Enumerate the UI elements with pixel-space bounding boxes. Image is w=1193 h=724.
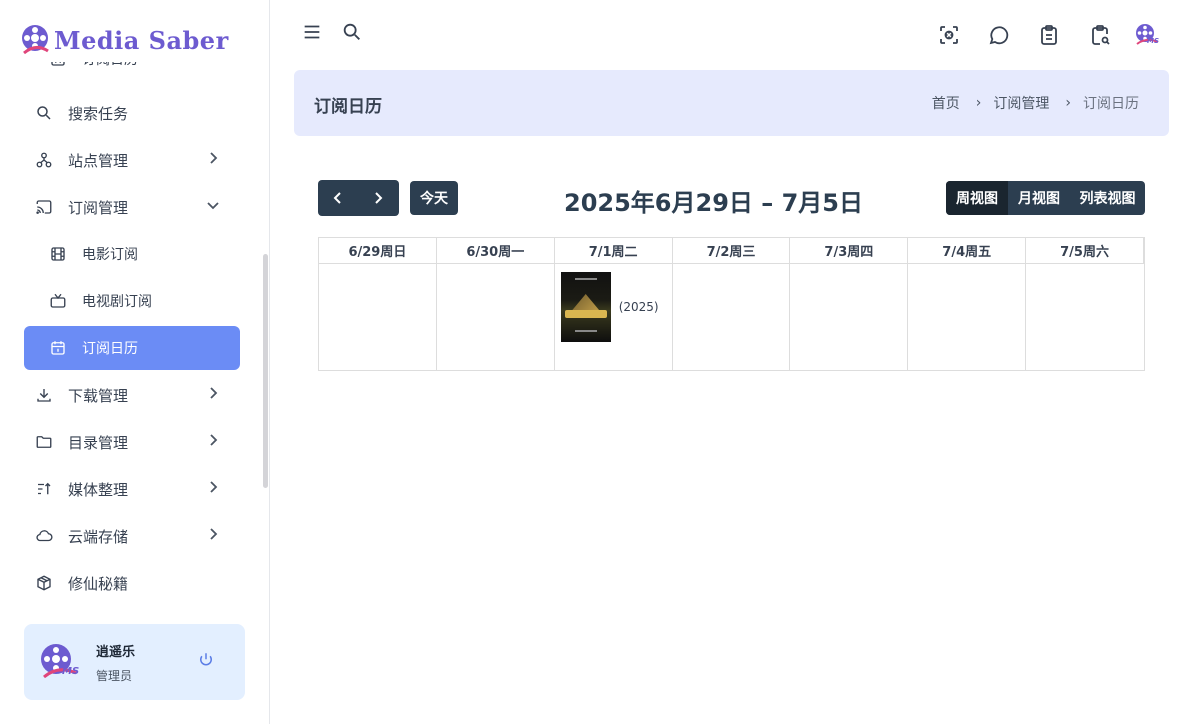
- sort-icon: [34, 479, 54, 499]
- sidebar-item-secrets[interactable]: 修仙秘籍: [24, 561, 240, 605]
- day-header: 7/4周五: [908, 238, 1027, 264]
- sidebar-item-label: 修仙秘籍: [68, 574, 129, 593]
- power-icon[interactable]: [197, 651, 215, 669]
- day-header: 7/5周六: [1026, 238, 1144, 264]
- sidebar-item-label: 订阅日历: [82, 341, 138, 357]
- day-header: 7/1周二: [554, 238, 673, 264]
- sidebar-scrollbar[interactable]: [263, 254, 268, 488]
- chevron-right-icon: [210, 481, 218, 493]
- sidebar-item-label: 目录管理: [68, 433, 129, 452]
- sidebar-item-subscriptions[interactable]: 订阅管理: [24, 185, 240, 229]
- day-header: 7/3周四: [790, 238, 909, 264]
- calendar-view-switcher: 周视图 月视图 列表视图: [946, 181, 1145, 215]
- breadcrumb-home[interactable]: 首页: [932, 93, 960, 113]
- sidebar-item-label: 电影订阅: [82, 247, 138, 263]
- tv-icon: [48, 291, 68, 311]
- sidebar-item-tv-subscriptions[interactable]: 电视剧订阅: [24, 279, 240, 323]
- brand-name: Media Saber: [54, 25, 229, 55]
- sidebar-item-label: 下载管理: [68, 386, 129, 405]
- app-root: Media Saber 订阅日历 搜索任务 站点管理: [0, 0, 1193, 724]
- day-header: 6/29周日: [319, 238, 437, 264]
- day-header: 7/2周三: [672, 238, 791, 264]
- svg-text:MS: MS: [1147, 37, 1159, 45]
- page-title: 订阅日历: [314, 97, 382, 117]
- chevron-right-icon: ›: [1065, 95, 1071, 111]
- event-year: (2025): [618, 300, 659, 314]
- calendar-title: 2025年6月29日 – 7月5日: [564, 189, 864, 217]
- prev-week-button[interactable]: [318, 180, 358, 216]
- today-button[interactable]: 今天: [410, 181, 458, 215]
- sidebar-item-label: 云端存储: [68, 527, 129, 546]
- sitemap-icon: [34, 150, 54, 170]
- sidebar-item-label: 搜索任务: [68, 104, 129, 123]
- chevron-right-icon: [210, 387, 218, 399]
- movie-icon: [48, 244, 68, 264]
- breadcrumb-subscriptions[interactable]: 订阅管理: [993, 93, 1049, 113]
- sidebar-item-media-organize[interactable]: 媒体整理: [24, 467, 240, 511]
- film-reel-logo-icon: [22, 25, 49, 55]
- chevron-right-icon: [210, 528, 218, 540]
- download-icon: [34, 385, 54, 405]
- scan-icon[interactable]: [937, 23, 961, 47]
- breadcrumb: 首页 › 订阅管理 › 订阅日历: [932, 93, 1139, 113]
- svg-text:MS: MS: [62, 666, 79, 677]
- chevron-right-icon: [210, 152, 218, 164]
- sidebar-item-subscription-calendar[interactable]: 订阅日历: [24, 326, 240, 370]
- day-cell[interactable]: [673, 264, 791, 370]
- topbar: MS: [270, 0, 1193, 70]
- sidebar-item-cloud-storage[interactable]: 云端存储: [24, 514, 240, 558]
- day-cell[interactable]: (2025): [555, 264, 673, 370]
- message-icon[interactable]: [987, 23, 1011, 47]
- sidebar-nav: 订阅日历 搜索任务 站点管理 订阅管理: [24, 52, 240, 608]
- sidebar-item-label: 订阅管理: [68, 198, 129, 217]
- sidebar: Media Saber 订阅日历 搜索任务 站点管理: [0, 0, 270, 724]
- chevron-right-icon: [210, 434, 218, 446]
- sidebar-item-search-tasks[interactable]: 搜索任务: [24, 91, 240, 135]
- sidebar-item-label: 站点管理: [68, 151, 129, 170]
- clipboard-list-icon[interactable]: [1037, 23, 1061, 47]
- avatar: MS: [41, 644, 79, 679]
- day-cell[interactable]: [319, 264, 437, 370]
- day-cell[interactable]: [908, 264, 1027, 370]
- calendar-icon: [48, 338, 68, 358]
- chevron-right-icon: ›: [975, 95, 982, 111]
- movie-poster[interactable]: [560, 272, 611, 342]
- breadcrumb-current: 订阅日历: [1083, 96, 1139, 112]
- folder-icon: [34, 432, 54, 452]
- next-week-button[interactable]: [358, 180, 398, 216]
- day-cell[interactable]: [1026, 264, 1144, 370]
- sidebar-item-movie-subscriptions[interactable]: 电影订阅: [24, 232, 240, 276]
- sidebar-item-label: 电视剧订阅: [82, 294, 152, 310]
- chevron-right-icon: [375, 192, 383, 204]
- app-logo[interactable]: Media Saber: [20, 18, 260, 62]
- sidebar-item-label: 媒体整理: [68, 480, 129, 499]
- cloud-icon: [34, 526, 54, 546]
- search-icon: [34, 103, 54, 123]
- user-name: 逍遥乐: [96, 644, 136, 660]
- list-view-button[interactable]: 列表视图: [1070, 181, 1145, 215]
- calendar-grid: 6/29周日 6/30周一 7/1周二 7/2周三 7/3周四 7/4周五 7/…: [318, 237, 1145, 371]
- chevron-down-icon: [207, 202, 219, 210]
- user-role: 管理员: [96, 668, 133, 683]
- sidebar-item-downloads[interactable]: 下载管理: [24, 373, 240, 417]
- day-cell[interactable]: [437, 264, 555, 370]
- user-avatar-icon[interactable]: MS: [1134, 22, 1160, 48]
- chevron-left-icon: [333, 192, 341, 204]
- menu-icon[interactable]: [301, 21, 323, 43]
- sidebar-item-directories[interactable]: 目录管理: [24, 420, 240, 464]
- page-header: 订阅日历 首页 › 订阅管理 › 订阅日历: [294, 70, 1169, 136]
- package-icon: [34, 573, 54, 593]
- month-view-button[interactable]: 月视图: [1008, 181, 1070, 215]
- clipboard-search-icon[interactable]: [1088, 23, 1112, 47]
- calendar-nav-buttons: [318, 180, 399, 216]
- search-icon[interactable]: [341, 21, 363, 43]
- day-header: 6/30周一: [436, 238, 555, 264]
- sidebar-item-sites[interactable]: 站点管理: [24, 138, 240, 182]
- week-view-button[interactable]: 周视图: [946, 181, 1008, 215]
- day-cell[interactable]: [790, 264, 909, 370]
- user-info: 逍遥乐 管理员: [96, 641, 135, 684]
- cast-icon: [34, 197, 54, 217]
- calendar-event[interactable]: (2025): [560, 272, 659, 342]
- user-card[interactable]: MS 逍遥乐 管理员: [24, 624, 245, 700]
